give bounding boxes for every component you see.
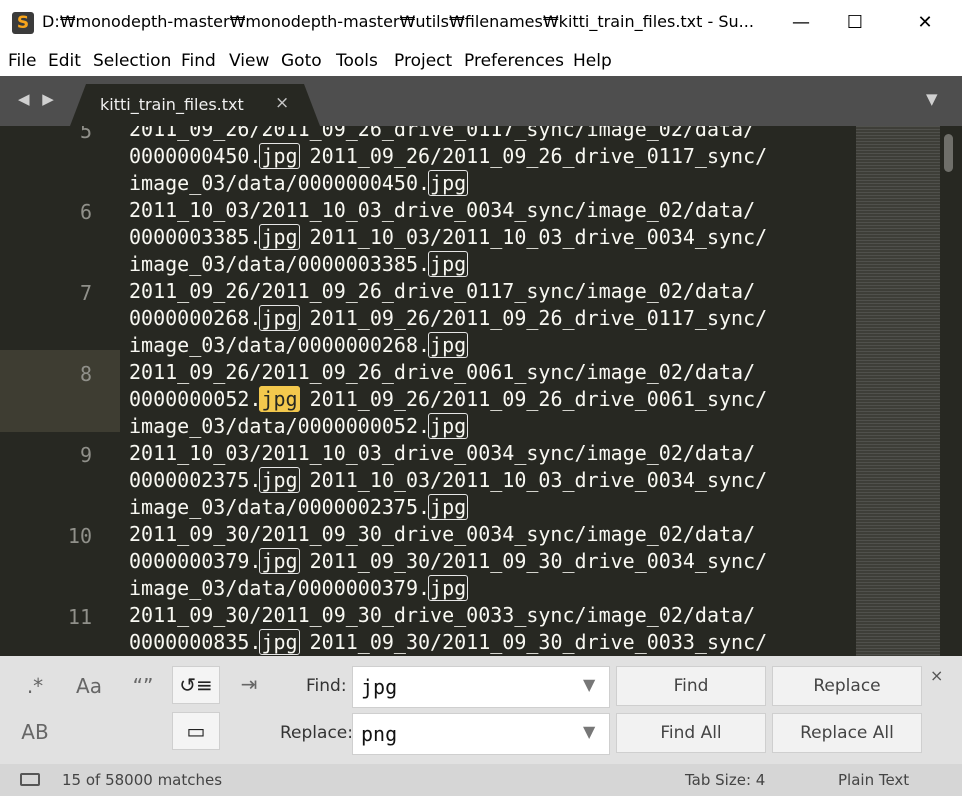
code-text[interactable]: 2011_09_30/2011_09_30_drive_0033_sync/im… (129, 602, 755, 629)
tab-kitti-train-files[interactable]: kitti_train_files.txt × (70, 84, 320, 126)
search-match: jpg (428, 494, 469, 520)
syntax-mode[interactable]: Plain Text (838, 771, 909, 789)
code-text[interactable]: 0000000268.jpg 2011_09_26/2011_09_26_dri… (129, 305, 767, 332)
line-number: 7 (79, 281, 92, 305)
search-match: jpg (259, 467, 300, 493)
search-match: jpg (259, 629, 300, 655)
menu-file[interactable]: File (8, 51, 36, 71)
whole-word-toggle[interactable]: “” (120, 668, 166, 704)
code-text[interactable]: 2011_09_26/2011_09_26_drive_0117_sync/im… (129, 126, 755, 143)
code-text[interactable]: image_03/data/0000000268.jpg (129, 332, 469, 359)
editor-area[interactable]: 5 2011_09_26/2011_09_26_drive_0117_sync/i… (0, 126, 962, 656)
search-match: jpg (428, 413, 469, 439)
search-match: jpg (259, 305, 300, 331)
replace-input[interactable]: png ▼ (352, 713, 610, 755)
replace-input-value: png (361, 722, 398, 746)
replace-history-dropdown-icon[interactable]: ▼ (583, 722, 595, 741)
menu-find[interactable]: Find (181, 51, 216, 71)
menu-view[interactable]: View (229, 51, 269, 71)
search-match: jpg (428, 251, 469, 277)
menu-edit[interactable]: Edit (48, 51, 81, 71)
console-icon[interactable] (20, 773, 40, 786)
menu-goto[interactable]: Goto (281, 51, 322, 71)
code-text[interactable]: 0000000835.jpg 2011_09_30/2011_09_30_dri… (129, 629, 767, 656)
code-text[interactable]: 0000002375.jpg 2011_10_03/2011_10_03_dri… (129, 467, 767, 494)
menu-project[interactable]: Project (394, 51, 452, 71)
vertical-scrollbar[interactable] (944, 134, 953, 172)
in-selection-toggle[interactable]: ⇥ (226, 666, 272, 702)
code-text[interactable]: 2011_10_03/2011_10_03_drive_0034_sync/im… (129, 440, 755, 467)
code-text[interactable]: 2011_09_30/2011_09_30_drive_0034_sync/im… (129, 521, 755, 548)
replace-all-button[interactable]: Replace All (772, 713, 922, 753)
search-match: jpg (259, 143, 300, 169)
code-text[interactable]: 0000000052.jpg 2011_09_26/2011_09_26_dri… (129, 386, 767, 413)
code-text[interactable]: 0000000379.jpg 2011_09_30/2011_09_30_dri… (129, 548, 767, 575)
search-match: jpg (259, 548, 300, 574)
highlight-matches-toggle[interactable]: ▭ (172, 712, 220, 750)
minimize-button[interactable]: — (778, 0, 824, 46)
find-replace-panel: .* Aa “” ↺≡ ⇥ AB ▭ Find: jpg ▼ Replace: … (0, 656, 962, 764)
code-text[interactable]: 2011_09_26/2011_09_26_drive_0061_sync/im… (129, 359, 755, 386)
regex-toggle[interactable]: .* (12, 668, 58, 704)
code-text[interactable]: image_03/data/0000000052.jpg (129, 413, 469, 440)
find-input-value: jpg (361, 675, 398, 699)
search-match: jpg (428, 332, 469, 358)
line-number: 11 (67, 605, 92, 629)
search-match: jpg (259, 224, 300, 250)
menu-selection[interactable]: Selection (93, 51, 171, 71)
line-number: 10 (67, 524, 92, 548)
wrap-toggle[interactable]: ↺≡ (172, 666, 220, 704)
replace-label: Replace: (280, 723, 353, 743)
code-text[interactable]: 2011_09_26/2011_09_26_drive_0117_sync/im… (129, 278, 755, 305)
line-number: 5 (79, 126, 92, 143)
code-text[interactable]: 0000000450.jpg 2011_09_26/2011_09_26_dri… (129, 143, 767, 170)
line-number: 6 (79, 200, 92, 224)
tab-navigation-arrows-icon[interactable]: ◀ ▶ (18, 90, 58, 108)
code-text[interactable]: image_03/data/0000000379.jpg (129, 575, 469, 602)
maximize-button[interactable]: ☐ (832, 0, 878, 46)
find-input[interactable]: jpg ▼ (352, 666, 610, 708)
code-text[interactable]: 0000003385.jpg 2011_10_03/2011_10_03_dri… (129, 224, 767, 251)
match-count: 15 of 58000 matches (62, 771, 223, 789)
sublime-logo-icon: S (12, 12, 34, 34)
current-match: jpg (259, 386, 300, 412)
code-text[interactable]: image_03/data/0000003385.jpg (129, 251, 469, 278)
minimap-viewport[interactable] (856, 126, 940, 656)
find-all-button[interactable]: Find All (616, 713, 766, 753)
menu-preferences[interactable]: Preferences (464, 51, 564, 71)
tab-close-icon[interactable]: × (275, 93, 289, 113)
find-history-dropdown-icon[interactable]: ▼ (583, 675, 595, 694)
status-bar: 15 of 58000 matches Tab Size: 4 Plain Te… (0, 764, 962, 796)
window-title: D:₩monodepth-master₩monodepth-master₩uti… (42, 12, 754, 31)
line-number: 9 (79, 443, 92, 467)
code-text[interactable]: image_03/data/0000002375.jpg (129, 494, 469, 521)
find-label: Find: (306, 676, 347, 696)
code-text[interactable]: image_03/data/0000000450.jpg (129, 170, 469, 197)
close-panel-icon[interactable]: × (930, 666, 943, 685)
close-window-button[interactable]: ✕ (902, 0, 948, 46)
case-sensitive-toggle[interactable]: Aa (66, 668, 112, 704)
menu-help[interactable]: Help (573, 51, 612, 71)
code-text[interactable]: 2011_10_03/2011_10_03_drive_0034_sync/im… (129, 197, 755, 224)
search-match: jpg (428, 575, 469, 601)
menu-tools[interactable]: Tools (336, 51, 378, 71)
tab-dropdown-icon[interactable]: ▼ (926, 90, 938, 108)
preserve-case-toggle[interactable]: AB (12, 714, 58, 750)
title-bar: S D:₩monodepth-master₩monodepth-master₩u… (0, 0, 962, 46)
search-match: jpg (428, 170, 469, 196)
tab-size[interactable]: Tab Size: 4 (685, 771, 765, 789)
replace-button[interactable]: Replace (772, 666, 922, 706)
line-number: 8 (79, 362, 92, 386)
menu-bar: File Edit Selection Find View Goto Tools… (0, 46, 962, 76)
tab-bar: ◀ ▶ kitti_train_files.txt × ▼ (0, 76, 962, 126)
find-button[interactable]: Find (616, 666, 766, 706)
tab-label: kitti_train_files.txt (100, 95, 244, 114)
